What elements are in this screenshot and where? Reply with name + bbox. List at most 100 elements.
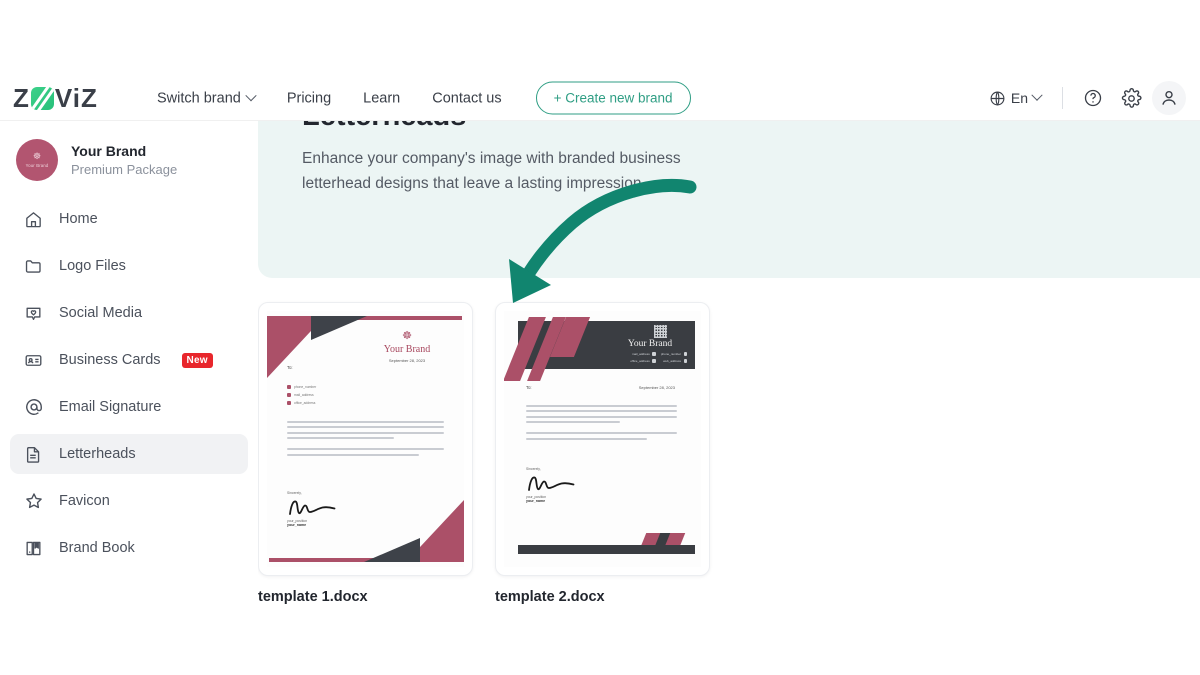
template-grid: ☸ Your Brand September 28, 2023 To: phon… [258, 302, 710, 605]
sidebar-nav: Home Logo Files Social Media Business Ca… [0, 195, 258, 568]
zoviz-logo-mark-icon [30, 86, 54, 110]
logo-text-right: ViZ [54, 82, 98, 113]
t2-brand-mark-icon [654, 325, 667, 338]
brand-avatar-text: Your Brand [25, 163, 49, 168]
t1-contact-list: phone_number mail_address office_address [287, 385, 316, 409]
t1-contact-address: office_address [287, 401, 316, 405]
template-card-2-wrapper: Your Brand mail_address office_address p… [495, 302, 710, 605]
hero-banner: Letterheads Enhance your company's image… [258, 100, 1200, 278]
t2-closing: Sincerely, [526, 467, 541, 471]
help-circle-icon [1084, 89, 1102, 107]
sidebar-item-letterheads[interactable]: Letterheads [10, 434, 248, 474]
chevron-down-icon [1031, 89, 1043, 101]
sidebar-item-home[interactable]: Home [10, 199, 248, 239]
t2-contact-web-text: web_address [663, 359, 681, 363]
t2-signature-block: Sincerely, your_position your_name [526, 467, 582, 503]
sidebar-label-favicon: Favicon [59, 493, 110, 509]
zoviz-logo[interactable]: Z ViZ [13, 82, 98, 113]
template-2-filename: template 2.docx [495, 589, 605, 605]
t1-brand-mark-icon: ☸ [402, 330, 412, 342]
create-new-brand-button[interactable]: + Create new brand [535, 81, 691, 115]
brand-avatar: ☸ Your Brand [16, 139, 58, 181]
nav-item-pricing[interactable]: Pricing [271, 82, 347, 114]
t1-body-text-placeholder [287, 421, 444, 459]
nav-item-contact-us[interactable]: Contact us [416, 82, 517, 114]
sidebar-item-favicon[interactable]: Favicon [10, 481, 248, 521]
t2-contact-address-text: office_address [630, 359, 650, 363]
location-pin-icon [287, 401, 291, 405]
main-navigation: Switch brand Pricing Learn Contact us + … [141, 81, 691, 115]
t1-contact-mail: mail_address [287, 393, 316, 397]
globe-icon [990, 91, 1005, 105]
nav-label-switch-brand: Switch brand [157, 90, 241, 106]
star-icon [23, 491, 44, 512]
globe-icon [683, 359, 687, 363]
sidebar-label-social-media: Social Media [59, 305, 143, 321]
heart-chat-icon [23, 303, 44, 324]
nav-item-learn[interactable]: Learn [347, 82, 416, 114]
home-icon [23, 209, 44, 230]
location-pin-icon [652, 359, 656, 363]
sidebar-item-brand-book[interactable]: Brand Book [10, 528, 248, 568]
template-card-1[interactable]: ☸ Your Brand September 28, 2023 To: phon… [258, 302, 473, 576]
template-card-1-wrapper: ☸ Your Brand September 28, 2023 To: phon… [258, 302, 473, 605]
logo-text-left: Z [13, 82, 30, 113]
status-badge-new: New [181, 352, 213, 368]
language-label: En [1010, 90, 1028, 106]
t2-contact-mail-text: mail_address [631, 352, 650, 356]
t1-contact-phone: phone_number [287, 385, 316, 389]
t2-contact-phone: phone_number [661, 352, 687, 356]
brand-name: Your Brand [71, 142, 147, 159]
t1-closing: Sincerely, [287, 491, 302, 495]
top-header-bar: Z ViZ Switch brand Pricing Learn Contact… [0, 0, 1200, 121]
t2-date: September 28, 2023 [638, 385, 675, 390]
t2-to-label: To: [526, 385, 532, 390]
at-sign-icon [23, 397, 44, 418]
signature-icon [289, 500, 336, 515]
top-header-content: Z ViZ Switch brand Pricing Learn Contact… [0, 75, 1200, 121]
sidebar-item-logo-files[interactable]: Logo Files [10, 246, 248, 286]
mail-icon [652, 352, 656, 356]
t1-signature-block: Sincerely, your_position your_name [287, 491, 343, 527]
settings-button[interactable] [1114, 81, 1148, 115]
t1-bottom-dark-triangle [364, 538, 420, 562]
help-button[interactable] [1076, 81, 1110, 115]
document-icon [23, 444, 44, 465]
account-button[interactable] [1152, 81, 1186, 115]
page-subtitle: Enhance your company's image with brande… [302, 150, 681, 193]
t1-contact-address-text: office_address [294, 401, 316, 405]
sidebar-item-email-signature[interactable]: Email Signature [10, 387, 248, 427]
nav-item-switch-brand[interactable]: Switch brand [141, 82, 271, 114]
sidebar-item-business-cards[interactable]: Business Cards New [10, 340, 248, 380]
t1-brand-block: ☸ Your Brand September 28, 2023 [370, 330, 444, 364]
t2-contact-address: office_address [630, 359, 656, 363]
phone-icon [683, 352, 687, 356]
t1-contact-phone-text: phone_number [294, 385, 317, 389]
template-card-2[interactable]: Your Brand mail_address office_address p… [495, 302, 710, 576]
t2-header-band: Your Brand mail_address office_address p… [504, 317, 695, 381]
mail-icon [287, 393, 291, 397]
user-avatar-icon [1162, 90, 1176, 105]
brand-summary[interactable]: ☸ Your Brand Your Brand Premium Package [0, 131, 258, 195]
t1-signer-name: your_name [287, 523, 307, 527]
t2-footer-band [518, 545, 695, 554]
gear-icon [1121, 87, 1142, 108]
t2-brand-name: Your Brand [627, 339, 673, 349]
header-divider [1062, 87, 1063, 109]
brand-package: Premium Package [71, 161, 178, 177]
chevron-down-icon [245, 89, 257, 101]
letterhead-preview-2: Your Brand mail_address office_address p… [504, 311, 701, 567]
t2-contact-col-right: phone_number web_address [661, 352, 687, 363]
t1-top-dark-triangle [311, 316, 367, 340]
sidebar-item-social-media[interactable]: Social Media [10, 293, 248, 333]
sidebar-label-home: Home [59, 211, 98, 227]
language-selector[interactable]: En [981, 84, 1049, 113]
id-card-icon [23, 350, 44, 371]
phone-icon [287, 385, 291, 389]
header-actions: En [981, 81, 1186, 115]
brand-avatar-mark-icon: ☸ [32, 151, 42, 161]
t2-contact-web: web_address [663, 359, 687, 363]
sidebar-label-logo-files: Logo Files [59, 258, 126, 274]
t2-contact-col-left: mail_address office_address [630, 352, 656, 363]
t2-body-text-placeholder [526, 405, 677, 443]
